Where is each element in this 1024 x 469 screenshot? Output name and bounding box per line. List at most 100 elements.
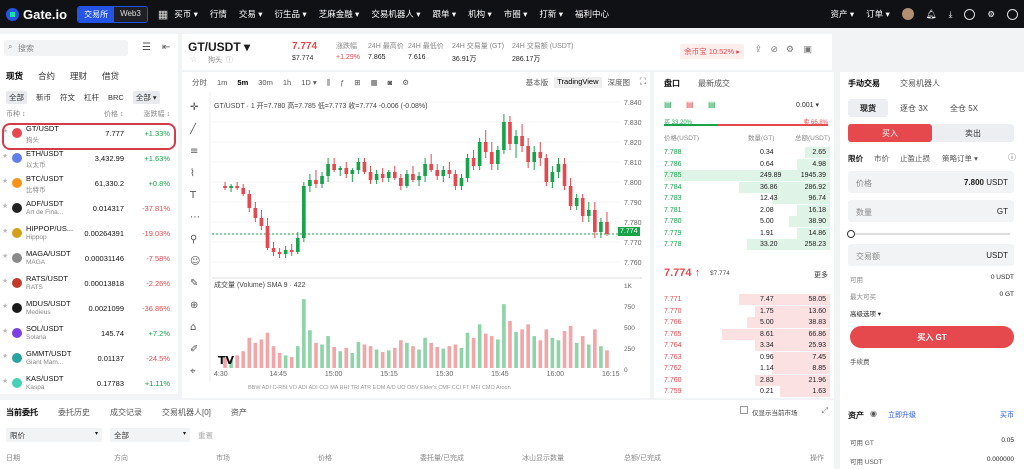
- drawing-tool-icon[interactable]: ╱: [189, 122, 197, 135]
- tab-trade-history[interactable]: 成交记录: [110, 407, 142, 418]
- star-icon[interactable]: ☆: [190, 55, 197, 64]
- reset-button[interactable]: 重置: [198, 430, 213, 441]
- nav-finance[interactable]: 芝麻金融 ▾: [319, 8, 360, 20]
- cat-loan[interactable]: 借贷: [102, 70, 119, 82]
- tab-recent-trades[interactable]: 最新成交: [698, 78, 730, 89]
- drawing-tool-icon[interactable]: ⌖: [190, 366, 196, 377]
- nav-markets[interactable]: 行情: [210, 8, 227, 20]
- market-row[interactable]: ★ HIPPOP/US... Hippop 0.00264391 -19.03%: [0, 222, 178, 247]
- order-market[interactable]: 市价: [874, 153, 889, 164]
- order-strategy[interactable]: 策略订单 ▾: [942, 153, 978, 164]
- settings-icon[interactable]: ⚙: [987, 9, 995, 20]
- nav-derivatives[interactable]: 衍生品 ▾: [275, 8, 307, 20]
- ask-row[interactable]: 7.766 5.00 38.83: [664, 317, 830, 329]
- only-current-checkbox[interactable]: [740, 406, 748, 414]
- drawing-tool-icon[interactable]: ≡: [190, 146, 198, 157]
- layout-icon[interactable]: ▣: [803, 44, 812, 55]
- bid-row[interactable]: 7.786 0.64 4.98: [664, 158, 830, 171]
- drawing-tool-icon[interactable]: ⋯: [190, 212, 200, 223]
- tab-manual[interactable]: 手动交易: [848, 78, 880, 89]
- ask-row[interactable]: 7.759 0.21 1.63: [664, 386, 830, 398]
- ask-row[interactable]: 7.765 8.61 66.86: [664, 328, 830, 341]
- info-icon[interactable]: ⓘ: [226, 55, 233, 65]
- tab-exchange[interactable]: 交易所: [78, 6, 115, 22]
- ask-row[interactable]: 7.764 3.34 25.93: [664, 340, 830, 352]
- bid-row[interactable]: 7.784 36.86 286.92: [664, 181, 830, 194]
- nav-buy-crypto[interactable]: 买币 ▾: [174, 8, 198, 20]
- download-icon[interactable]: ⤓: [949, 9, 953, 20]
- drawing-tool-icon[interactable]: ⚲: [190, 234, 197, 245]
- tab-bot[interactable]: 交易机器人: [900, 78, 940, 89]
- nav-circle[interactable]: 市圈 ▾: [504, 8, 528, 20]
- more-link[interactable]: 更多: [814, 270, 828, 280]
- nav-rewards[interactable]: 福利中心: [575, 8, 609, 20]
- nav-bots[interactable]: 交易机器人 ▾: [371, 8, 420, 20]
- bid-row[interactable]: 7.783 12.43 96.74: [664, 193, 830, 205]
- subcat-runes[interactable]: 符文: [60, 92, 75, 103]
- drawing-tool-icon[interactable]: ✐: [190, 344, 198, 355]
- filter-type-select[interactable]: 限价 ▾: [6, 428, 102, 442]
- col-pair[interactable]: 币种 ↕: [6, 111, 25, 118]
- drawing-tool-icon[interactable]: ⊕: [190, 300, 198, 311]
- drawing-tool-icon[interactable]: ✛: [190, 102, 199, 113]
- theme-icon[interactable]: [1007, 8, 1018, 20]
- ask-row[interactable]: 7.770 1.75 13.60: [664, 305, 830, 318]
- bid-row[interactable]: 7.785 249.89 1945.39: [664, 170, 830, 182]
- star-icon[interactable]: ★: [2, 377, 8, 385]
- bid-view-icon[interactable]: ▤: [708, 100, 716, 109]
- bid-row[interactable]: 7.779 1.91 14.86: [664, 227, 830, 240]
- star-icon[interactable]: ★: [2, 177, 8, 185]
- yubi-badge[interactable]: 余币宝 10.52% ▸: [680, 44, 744, 59]
- order-limit[interactable]: 限价: [848, 153, 863, 164]
- pair-title[interactable]: GT/USDT ▾: [188, 40, 250, 54]
- tab-bots[interactable]: 交易机器人[0]: [162, 407, 211, 418]
- filter-side-select[interactable]: 全部 ▾: [110, 428, 190, 442]
- price-input[interactable]: 7.800: [964, 178, 984, 187]
- market-row[interactable]: ★ MAGA/USDT MAGA 0.00031146 -7.58%: [0, 247, 178, 272]
- amount-slider[interactable]: [847, 230, 1010, 238]
- apps-grid-icon[interactable]: ▦: [158, 8, 168, 21]
- nav-copy[interactable]: 跟单 ▾: [432, 8, 456, 20]
- slider-handle[interactable]: [847, 230, 855, 238]
- ask-view-icon[interactable]: ▤: [686, 100, 694, 109]
- cat-earn[interactable]: 理财: [70, 70, 87, 82]
- star-icon[interactable]: ★: [2, 277, 8, 285]
- drawing-tool-icon[interactable]: ⌂: [190, 322, 196, 333]
- avatar[interactable]: [901, 8, 914, 20]
- market-row[interactable]: ★ RATS/USDT RATS 0.00013818 -2.26%: [0, 272, 178, 297]
- tab-web3[interactable]: Web3: [114, 6, 147, 22]
- settings-icon[interactable]: ⚙: [786, 44, 794, 55]
- star-icon[interactable]: ★: [2, 227, 8, 235]
- subcat-dropdown[interactable]: 全部 ▾: [132, 91, 160, 104]
- type-spot[interactable]: 现货: [848, 99, 888, 117]
- nav-launch[interactable]: 打新 ▾: [539, 8, 563, 20]
- ask-row[interactable]: 7.760 2.83 21.96: [664, 374, 830, 387]
- globe-icon[interactable]: [964, 8, 976, 20]
- buy-tab[interactable]: 买入: [848, 124, 932, 142]
- both-view-icon[interactable]: ▤: [664, 100, 672, 109]
- upgrade-link[interactable]: 立即升级: [888, 410, 916, 420]
- subcat-brc[interactable]: BRC: [108, 93, 124, 102]
- eye-icon[interactable]: ◉: [870, 409, 877, 418]
- star-icon[interactable]: ★: [2, 252, 8, 260]
- cat-futures[interactable]: 合约: [38, 70, 55, 82]
- indicator-strip[interactable]: BBW ADI C-RBI VO ADI ADI CCI MA RHI TRI …: [248, 385, 511, 391]
- drawing-tool-icon[interactable]: ✎: [190, 278, 198, 289]
- nav-trade[interactable]: 交易 ▾: [239, 8, 263, 20]
- star-icon[interactable]: ★: [2, 202, 8, 210]
- tab-open-orders[interactable]: 当前委托: [6, 407, 38, 418]
- cat-spot[interactable]: 现货: [6, 70, 23, 82]
- gate-logo[interactable]: Gate.io: [6, 7, 67, 22]
- bid-row[interactable]: 7.788 0.34 2.65: [664, 147, 830, 159]
- bell-icon[interactable]: 🔔︎: [926, 9, 937, 20]
- col-change[interactable]: 涨跌幅 ↕: [144, 109, 170, 119]
- ask-row[interactable]: 7.762 1.14 8.85: [664, 363, 830, 375]
- bid-row[interactable]: 7.780 5.00 38.90: [664, 216, 830, 228]
- tab-order-history[interactable]: 委托历史: [58, 407, 90, 418]
- buy-crypto-link[interactable]: 买币: [1000, 410, 1014, 420]
- bid-row[interactable]: 7.778 33.20 258.23: [664, 239, 830, 251]
- type-cross[interactable]: 全仓 5X: [942, 99, 986, 117]
- star-icon[interactable]: ★: [2, 152, 8, 160]
- expand-icon[interactable]: ⤢: [822, 406, 828, 416]
- quantity-field[interactable]: 数量 GT: [848, 200, 1014, 222]
